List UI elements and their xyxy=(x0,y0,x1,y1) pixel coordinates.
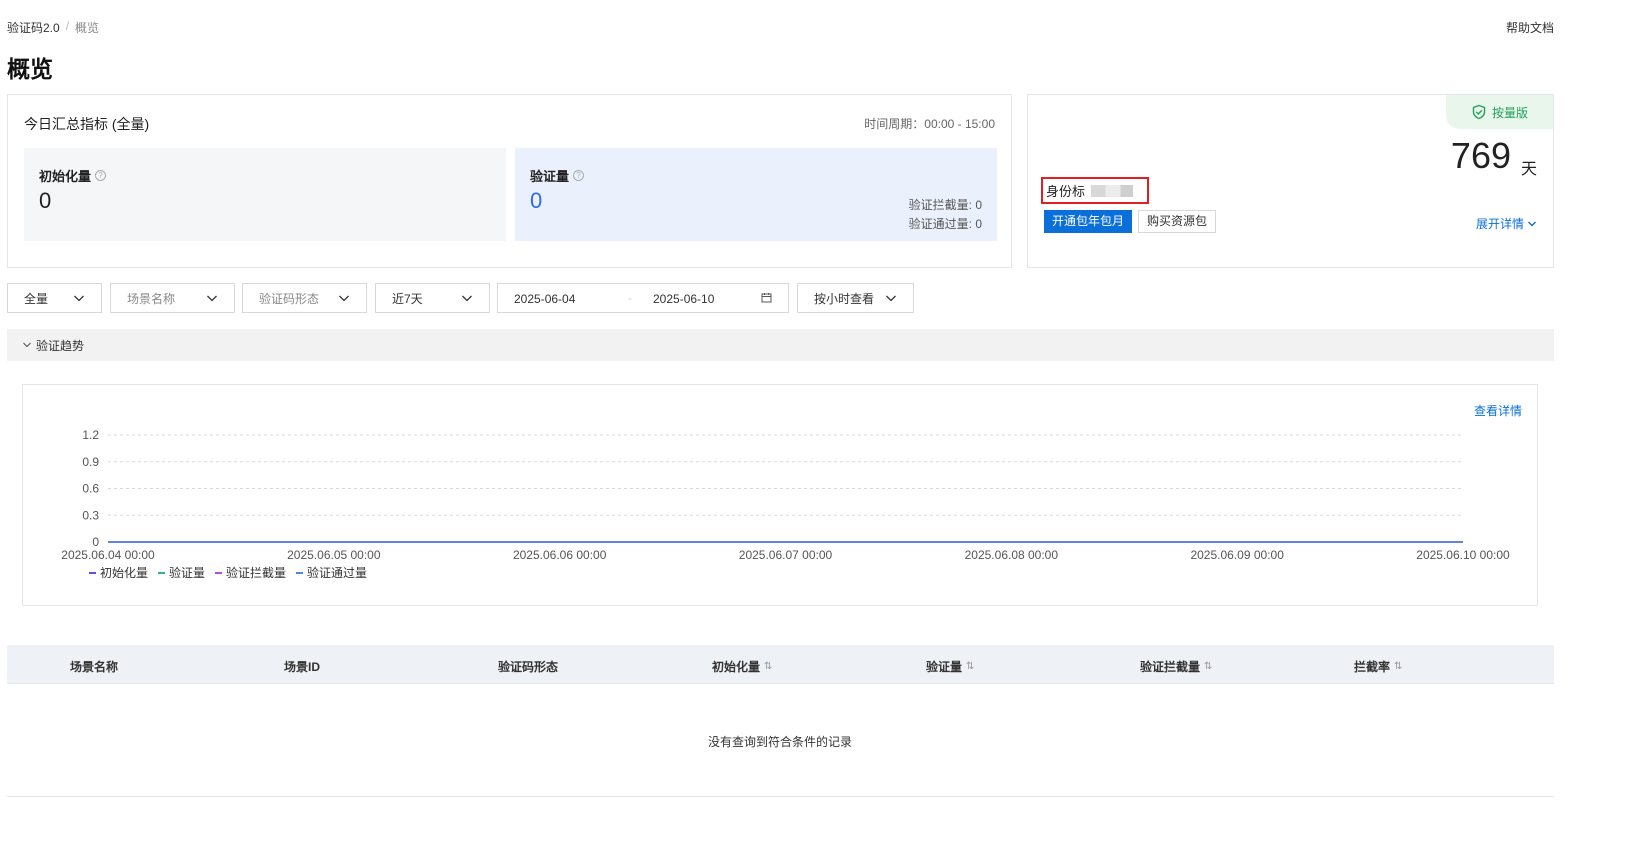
expand-details-link[interactable]: 展开详情 xyxy=(1476,215,1537,232)
plan-badge-label: 按量版 xyxy=(1491,105,1528,120)
scope-select[interactable]: 全量 xyxy=(7,283,102,313)
x-tick-label: 2025.06.06 00:00 xyxy=(513,548,607,562)
redacted-value xyxy=(1091,184,1134,197)
end-date[interactable]: 2025-06-10 xyxy=(653,292,714,306)
chevron-down-icon xyxy=(339,295,349,302)
verify-metric-panel: 验证量 ? 0 验证拦截量: 0 验证通过量: 0 xyxy=(515,148,997,241)
verify-metric-label: 验证量 ? xyxy=(530,166,585,185)
y-tick-label: 1.2 xyxy=(82,428,99,442)
date-range-picker[interactable]: 2025-06-04 - 2025-06-10 xyxy=(497,283,789,313)
sort-icon[interactable]: ⇅ xyxy=(1394,661,1402,672)
chevron-down-icon xyxy=(886,295,896,302)
verify-metric-label-text: 验证量 xyxy=(530,169,570,184)
x-tick-label: 2025.06.09 00:00 xyxy=(1190,548,1284,562)
plan-card: 按量版 769 天 身份标 开通包年包月 购买资源包 展开详情 xyxy=(1027,94,1554,268)
init-metric-value: 0 xyxy=(39,188,52,213)
today-summary-card: 今日汇总指标 (全量) 时间周期：00:00 - 15:00 初始化量 ? 0 … xyxy=(7,94,1012,268)
x-tick-label: 2025.06.07 00:00 xyxy=(739,548,833,562)
verify-pass-count: 验证通过量: 0 xyxy=(908,217,982,231)
column-header[interactable]: 验证量 ⇅ xyxy=(926,658,974,675)
scene-name-select[interactable]: 场景名称 xyxy=(110,283,235,313)
verify-intercept-count: 验证拦截量: 0 xyxy=(908,198,982,212)
trend-line-chart: 1.2 0.9 0.6 0.3 02025.06.04 00:00 2025.06.05 … xyxy=(61,428,1510,580)
y-tick-label: 0.9 xyxy=(82,455,99,469)
scene-name-placeholder: 场景名称 xyxy=(127,291,176,306)
sort-icon[interactable]: ⇅ xyxy=(966,661,974,672)
breadcrumb: 验证码2.0 / 概览 xyxy=(7,19,99,36)
column-header[interactable]: 初始化量 ⇅ xyxy=(712,658,772,675)
legend-label: 验证通过量 xyxy=(307,565,367,580)
legend-label: 验证拦截量 xyxy=(226,565,286,580)
y-tick-label: 0.3 xyxy=(82,508,99,522)
column-header: 验证码形态 xyxy=(498,658,558,675)
captcha-form-placeholder: 验证码形态 xyxy=(259,291,320,306)
remaining-days-value: 769 xyxy=(1450,135,1511,176)
help-circle-icon[interactable]: ? xyxy=(95,170,107,181)
x-tick-label: 2025.06.10 00:00 xyxy=(1416,548,1510,562)
help-circle-icon[interactable]: ? xyxy=(573,170,585,181)
y-tick-label: 0 xyxy=(92,535,99,549)
column-header: 场景ID xyxy=(284,658,320,675)
verify-trend-title: 验证趋势 xyxy=(36,338,85,353)
chevron-down-icon xyxy=(462,295,472,302)
x-tick-label: 2025.06.05 00:00 xyxy=(287,548,381,562)
view-details-link[interactable]: 查看详情 xyxy=(1474,402,1522,419)
chevron-down-icon xyxy=(1528,221,1536,226)
column-header-label: 验证量 xyxy=(926,660,963,674)
legend-label: 验证量 xyxy=(169,565,205,580)
init-metric-panel: 初始化量 ? 0 xyxy=(24,148,506,241)
table-empty-message: 没有查询到符合条件的记录 xyxy=(707,735,852,749)
column-header-label: 验证拦截量 xyxy=(1140,660,1201,674)
column-header-label: 初始化量 xyxy=(712,660,761,674)
x-tick-label: 2025.06.08 00:00 xyxy=(965,548,1059,562)
subscribe-button[interactable]: 开通包年包月 xyxy=(1044,210,1133,233)
granularity-value: 按小时查看 xyxy=(814,291,875,306)
init-metric-label-text: 初始化量 xyxy=(39,169,92,184)
column-header-label: 验证码形态 xyxy=(498,660,559,674)
summary-period: 时间周期：00:00 - 15:00 xyxy=(864,117,995,131)
column-header-label: 场景名称 xyxy=(70,660,119,674)
identity-field: 身份标 xyxy=(1041,177,1149,204)
help-docs-link[interactable]: 帮助文档 xyxy=(1506,19,1554,36)
shield-check-icon xyxy=(1472,104,1486,120)
chevron-down-icon xyxy=(23,342,31,348)
breadcrumb-separator: / xyxy=(65,19,70,33)
page-title: 概览 xyxy=(7,56,53,82)
table-bottom-divider xyxy=(7,796,1554,797)
chevron-down-icon xyxy=(74,295,84,302)
time-range-value: 近7天 xyxy=(392,291,423,306)
column-header[interactable]: 拦截率 ⇅ xyxy=(1354,658,1402,675)
sort-icon[interactable]: ⇅ xyxy=(764,661,772,672)
granularity-select[interactable]: 按小时查看 xyxy=(797,283,914,313)
verify-trend-section-toggle[interactable]: 验证趋势 xyxy=(7,329,1554,361)
init-metric-label: 初始化量 ? xyxy=(39,166,107,185)
column-header[interactable]: 验证拦截量 ⇅ xyxy=(1140,658,1212,675)
remaining-days-unit: 天 xyxy=(1520,161,1537,178)
column-header-label: 场景ID xyxy=(284,660,321,674)
breadcrumb-current: 概览 xyxy=(75,21,100,35)
scope-select-value: 全量 xyxy=(24,291,49,306)
sort-icon[interactable]: ⇅ xyxy=(1204,661,1212,672)
verify-metric-value: 0 xyxy=(530,188,543,213)
x-tick-label: 2025.06.04 00:00 xyxy=(61,548,155,562)
breadcrumb-parent-link[interactable]: 验证码2.0 xyxy=(7,19,60,36)
column-header: 场景名称 xyxy=(70,658,118,675)
date-separator: - xyxy=(628,291,632,305)
captcha-form-select[interactable]: 验证码形态 xyxy=(242,283,367,313)
plan-badge: 按量版 xyxy=(1446,95,1553,129)
y-tick-label: 0.6 xyxy=(82,482,99,496)
chevron-down-icon xyxy=(207,295,217,302)
column-header-label: 拦截率 xyxy=(1354,660,1391,674)
identity-label: 身份标 xyxy=(1046,184,1086,199)
calendar-icon[interactable] xyxy=(761,292,772,303)
summary-title: 今日汇总指标 (全量) xyxy=(24,116,150,132)
trend-chart-card: 1.2 0.9 0.6 0.3 0 2025.06.04 00:00 2025.06.05 … xyxy=(22,384,1538,606)
buy-resource-pack-button[interactable]: 购买资源包 xyxy=(1138,210,1217,233)
start-date[interactable]: 2025-06-04 xyxy=(514,292,575,306)
scene-table-header: 场景名称 场景ID 验证码形态 初始化量 ⇅ 验证量 ⇅ 验证拦截量 ⇅ 拦截率 ⇅ xyxy=(7,645,1554,684)
time-range-select[interactable]: 近7天 xyxy=(375,283,490,313)
legend-label: 初始化量 xyxy=(100,566,148,580)
expand-details-label: 展开详情 xyxy=(1475,217,1524,231)
